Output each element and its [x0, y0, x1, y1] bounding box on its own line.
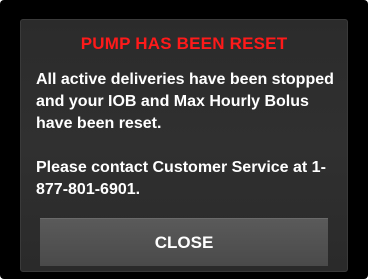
dialog-title: PUMP HAS BEEN RESET [80, 34, 288, 53]
pump-screen: PUMP HAS BEEN RESET All active deliverie… [0, 0, 368, 279]
contact-message: Please contact Customer Service at 1-877… [36, 159, 326, 198]
reset-message: All active deliveries have been stopped … [36, 71, 334, 132]
alert-dialog: PUMP HAS BEEN RESET All active deliverie… [20, 19, 348, 272]
dialog-message: All active deliveries have been stopped … [36, 69, 336, 201]
close-button[interactable]: CLOSE [40, 218, 328, 266]
